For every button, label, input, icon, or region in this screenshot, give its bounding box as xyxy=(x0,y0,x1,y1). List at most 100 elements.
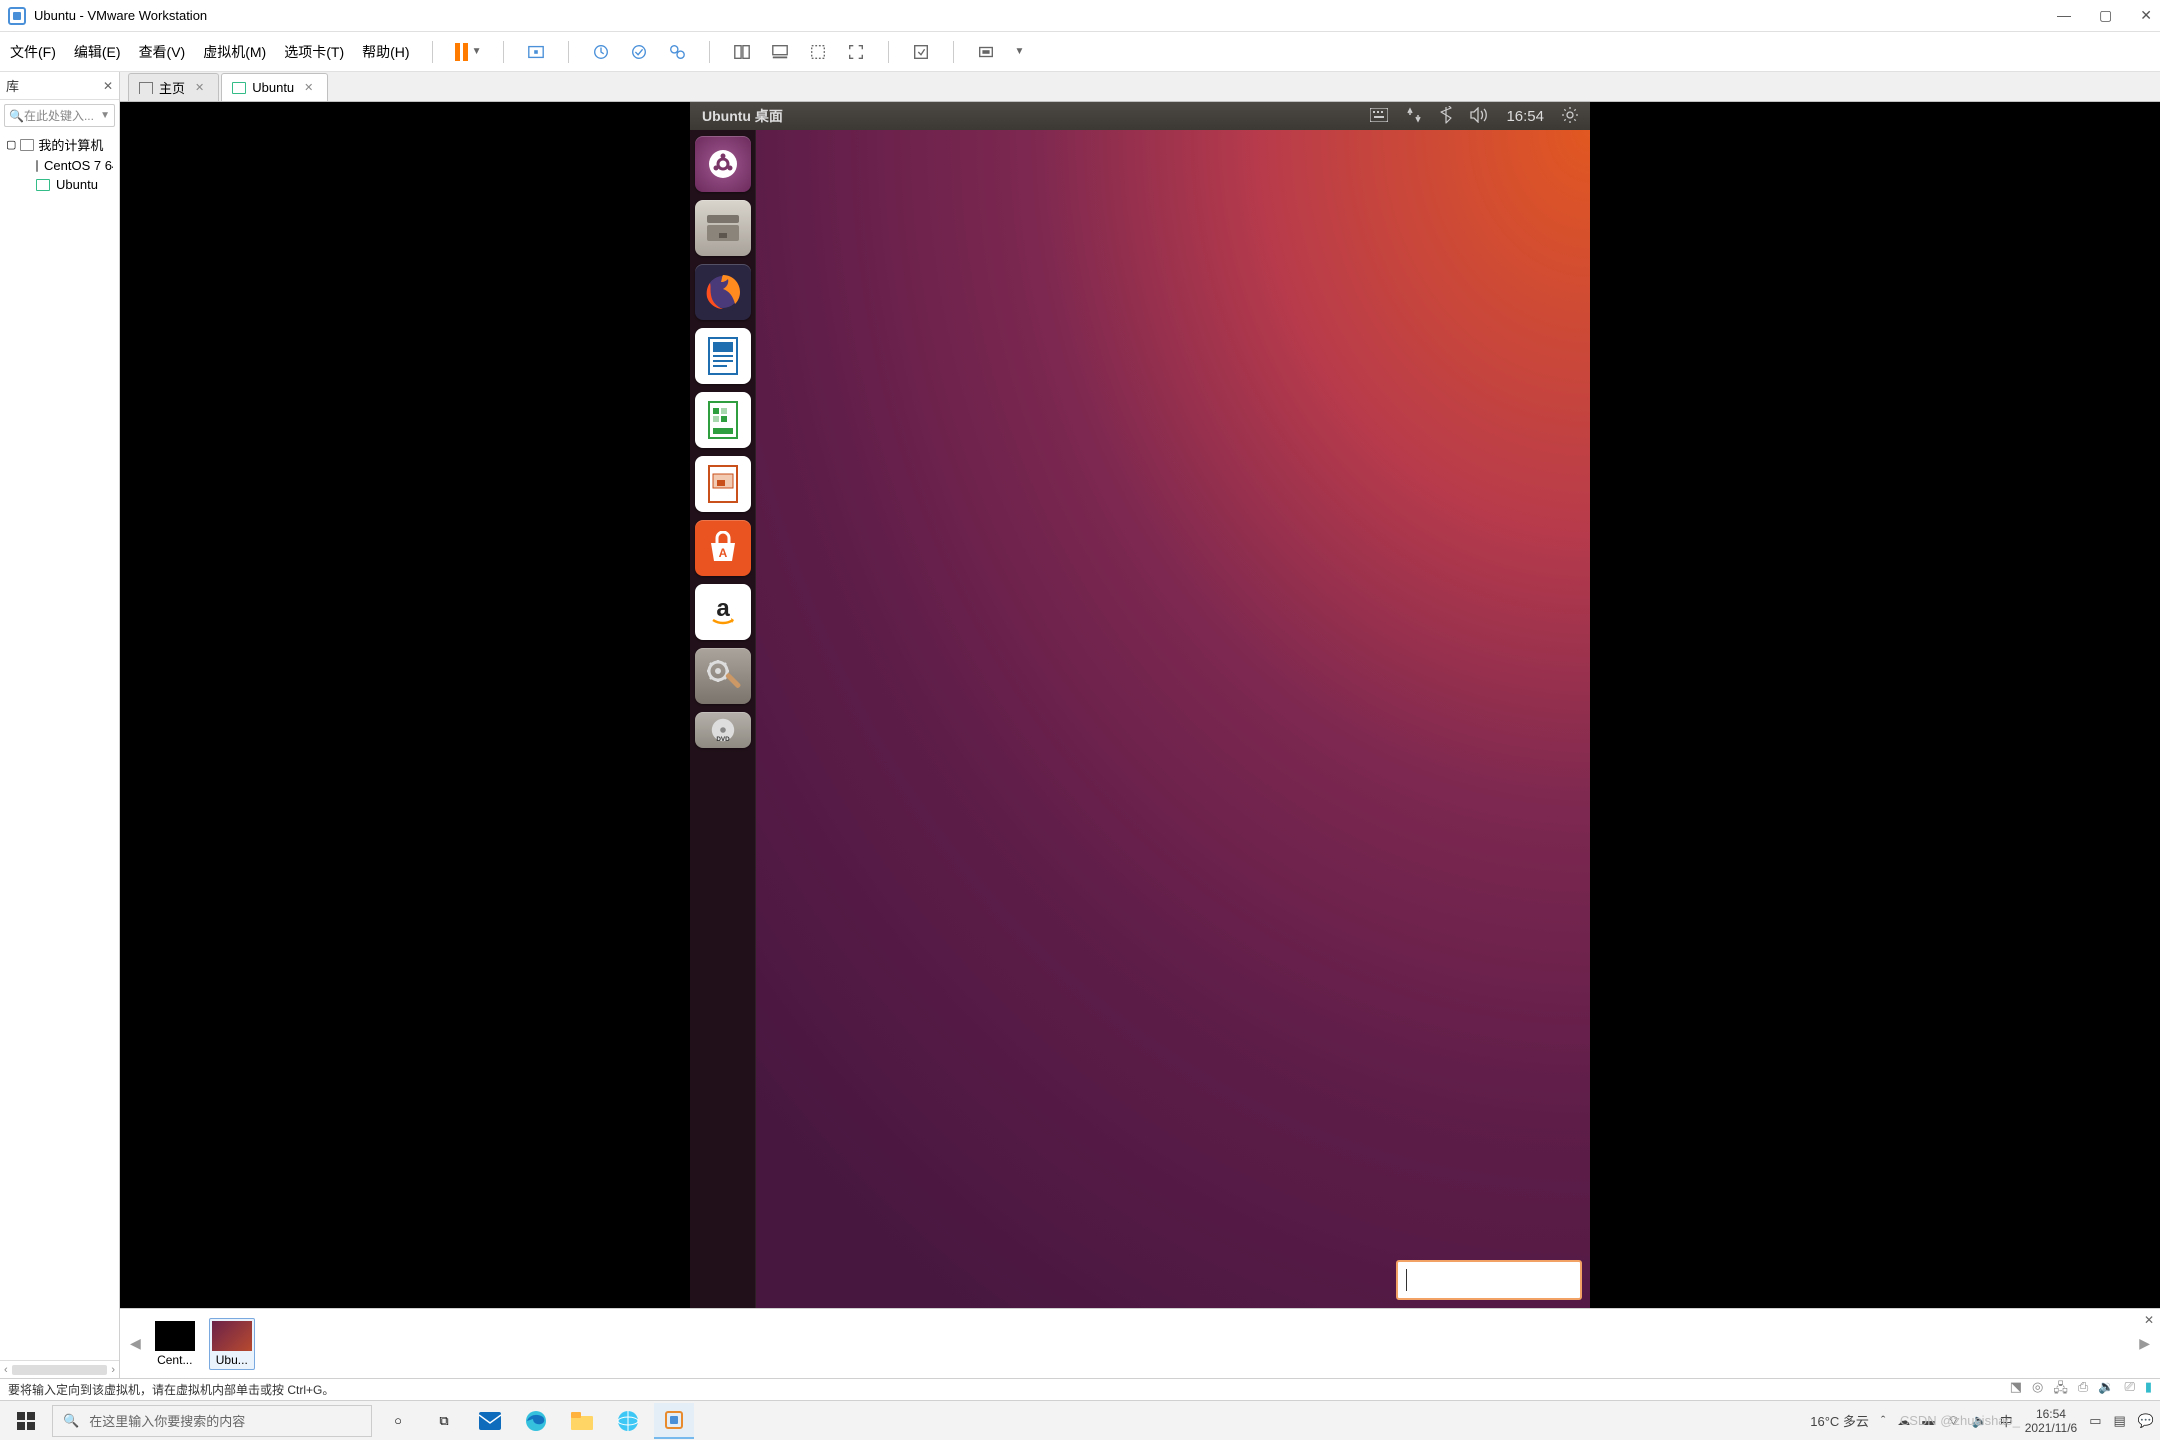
suspend-button[interactable]: ▼ xyxy=(455,43,482,61)
separator xyxy=(432,41,433,63)
root-label: 我的计算机 xyxy=(38,135,103,154)
sound-icon[interactable]: 🔉 xyxy=(2098,1379,2114,1401)
ubuntu-guest[interactable]: Ubuntu 桌面 16:54 xyxy=(690,102,1590,1308)
mail-icon[interactable] xyxy=(470,1403,510,1439)
separator xyxy=(503,41,504,63)
revert-icon[interactable] xyxy=(629,42,649,62)
home-icon xyxy=(139,82,153,94)
display-icon[interactable]: ▮ xyxy=(2145,1379,2152,1401)
launcher-dash[interactable] xyxy=(695,136,751,192)
menu-vm[interactable]: 虚拟机(M) xyxy=(203,42,266,62)
launcher-amazon[interactable]: a xyxy=(695,584,751,640)
net-icon[interactable]: 🖧 xyxy=(2053,1379,2068,1401)
maximize-button[interactable]: ▢ xyxy=(2099,7,2112,24)
snapshot-manager-icon[interactable] xyxy=(667,42,687,62)
windows-taskbar: 🔍 在这里输入你要搜索的内容 ○ ⧉ CSDN @zhuaishao_ 16°C… xyxy=(0,1400,2160,1440)
volume-icon[interactable]: 🔈 xyxy=(1972,1413,1988,1429)
close-button[interactable]: ✕ xyxy=(2140,7,2152,24)
printer-icon[interactable]: ⎚ xyxy=(2124,1379,2134,1401)
close-library-icon[interactable]: ✕ xyxy=(103,79,113,93)
action-center-icon[interactable]: 💬 xyxy=(2138,1413,2154,1429)
ime-input-box[interactable] xyxy=(1396,1260,1582,1300)
search-icon: 🔍 xyxy=(9,109,24,123)
snapshot-icon[interactable] xyxy=(591,42,611,62)
notification-icon[interactable]: ▭ xyxy=(2089,1413,2101,1429)
launcher-impress[interactable] xyxy=(695,456,751,512)
volume-icon[interactable] xyxy=(1470,107,1488,126)
wifi-icon[interactable]: ⌔ xyxy=(1947,1413,1959,1429)
ubuntu-launcher: A a DVD xyxy=(690,130,756,1308)
next-icon[interactable]: ▶ xyxy=(2139,1335,2150,1352)
stretch-icon[interactable] xyxy=(976,42,996,62)
vmware-taskbar-icon[interactable] xyxy=(654,1403,694,1439)
vm-icon xyxy=(36,160,38,172)
usb-icon[interactable]: ⎙ xyxy=(2078,1379,2088,1401)
clock[interactable]: 16:54 xyxy=(1506,108,1544,125)
layout-single-icon[interactable] xyxy=(732,42,752,62)
menu-file[interactable]: 文件(F) xyxy=(10,42,56,62)
tree-item-ubuntu[interactable]: Ubuntu xyxy=(6,177,113,192)
tree-item-centos[interactable]: CentOS 7 64 xyxy=(6,158,113,173)
explorer-icon[interactable] xyxy=(562,1403,602,1439)
launcher-writer[interactable] xyxy=(695,328,751,384)
weather-widget[interactable]: 16°C 多云 xyxy=(1810,1411,1869,1430)
computer-icon xyxy=(20,139,34,151)
svg-text:A: A xyxy=(718,546,727,560)
menu-view[interactable]: 查看(V) xyxy=(139,42,186,62)
search-placeholder: 在这里输入你要搜索的内容 xyxy=(89,1411,245,1430)
tree-root[interactable]: ▢ 我的计算机 xyxy=(6,135,113,154)
launcher-files[interactable] xyxy=(695,200,751,256)
thumb-ubuntu[interactable]: Ubu... xyxy=(209,1318,255,1370)
minimize-button[interactable]: — xyxy=(2057,7,2071,24)
edge-icon[interactable] xyxy=(516,1403,556,1439)
taskview-icon[interactable]: ⧉ xyxy=(424,1403,464,1439)
ubuntu-desktop[interactable] xyxy=(756,130,1590,1308)
taskbar-clock[interactable]: 16:54 2021/11/6 xyxy=(2025,1407,2078,1435)
tray-chevron-icon[interactable]: ˆ xyxy=(1881,1413,1885,1428)
menu-bar: 文件(F) 编辑(E) 查看(V) 虚拟机(M) 选项卡(T) 帮助(H) ▼ … xyxy=(0,32,2160,72)
launcher-disc[interactable]: DVD xyxy=(695,712,751,748)
library-scrollbar[interactable]: ‹› xyxy=(0,1360,119,1378)
close-tab-icon[interactable]: ✕ xyxy=(195,81,204,94)
launcher-settings[interactable] xyxy=(695,648,751,704)
collapse-icon[interactable]: ▢ xyxy=(6,138,16,151)
tab-ubuntu[interactable]: Ubuntu ✕ xyxy=(221,73,328,101)
ime-indicator[interactable]: 中 xyxy=(2000,1411,2013,1430)
onedrive-icon[interactable]: ☁ xyxy=(1897,1413,1910,1429)
launcher-software[interactable]: A xyxy=(695,520,751,576)
layout-thumb-icon[interactable] xyxy=(770,42,790,62)
cd-icon[interactable]: ◎ xyxy=(2032,1379,2043,1401)
chevron-down-icon[interactable]: ▼ xyxy=(1014,46,1024,57)
vm-display[interactable]: Ubuntu 桌面 16:54 xyxy=(120,102,2160,1308)
gear-icon[interactable] xyxy=(1562,107,1578,126)
prev-icon[interactable]: ◀ xyxy=(130,1335,141,1352)
menu-help[interactable]: 帮助(H) xyxy=(362,42,409,62)
menu-tabs[interactable]: 选项卡(T) xyxy=(284,42,344,62)
menu-edit[interactable]: 编辑(E) xyxy=(74,42,121,62)
separator xyxy=(709,41,710,63)
bluetooth-icon[interactable] xyxy=(1440,106,1452,127)
thumb-centos[interactable]: Cent... xyxy=(153,1319,197,1369)
launcher-calc[interactable] xyxy=(695,392,751,448)
library-search[interactable]: 🔍 在此处键入... ▼ xyxy=(4,104,115,127)
browser-icon[interactable] xyxy=(608,1403,648,1439)
keyboard-icon[interactable] xyxy=(1370,108,1388,125)
close-tab-icon[interactable]: ✕ xyxy=(304,81,313,94)
cortana-icon[interactable]: ○ xyxy=(378,1403,418,1439)
battery-icon[interactable]: ▬ xyxy=(1922,1413,1935,1428)
taskbar-search[interactable]: 🔍 在这里输入你要搜索的内容 xyxy=(52,1405,372,1437)
send-ctrl-alt-del-icon[interactable] xyxy=(526,42,546,62)
fullscreen-icon[interactable] xyxy=(846,42,866,62)
fit-guest-icon[interactable] xyxy=(808,42,828,62)
chevron-down-icon[interactable]: ▼ xyxy=(100,110,110,121)
start-button[interactable] xyxy=(6,1403,46,1439)
launcher-firefox[interactable] xyxy=(695,264,751,320)
close-thumbs-icon[interactable]: ✕ xyxy=(2144,1313,2154,1327)
tab-home[interactable]: 主页 ✕ xyxy=(128,73,219,101)
unity-icon[interactable] xyxy=(911,42,931,62)
network-icon[interactable] xyxy=(1406,107,1422,126)
tablet-mode-icon[interactable]: ▤ xyxy=(2114,1413,2126,1429)
hdd-icon[interactable]: ⬔ xyxy=(2010,1379,2022,1401)
chevron-down-icon[interactable]: ▼ xyxy=(472,46,482,57)
svg-text:a: a xyxy=(716,595,730,622)
